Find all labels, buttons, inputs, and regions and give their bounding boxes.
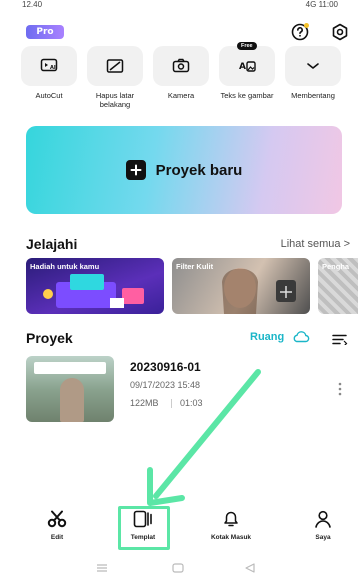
status-indicators: 4G 11:00 [305, 0, 338, 9]
tool-label: Hapus latar belakang [95, 91, 135, 109]
card-title: Pengha [322, 262, 350, 271]
space-link[interactable]: Ruang [250, 331, 284, 343]
project-date: 09/17/2023 15:48 [130, 380, 201, 390]
notification-dot [304, 23, 309, 28]
nav-inbox[interactable]: Kotak Masuk [196, 508, 266, 541]
cloud-icon[interactable] [292, 330, 310, 348]
svg-text:A: A [239, 62, 246, 72]
bottom-navigation: Edit Templat Kotak Masuk Saya [0, 504, 358, 552]
project-item[interactable]: 20230916-01 09/17/2023 15:48 122MB 01:03 [26, 356, 356, 424]
nav-label: Edit [50, 534, 64, 541]
scissors-icon [22, 508, 92, 530]
project-duration: 01:03 [180, 398, 203, 408]
explore-card-skin-filter[interactable]: Filter Kulit [172, 258, 310, 314]
new-project-label: Proyek baru [155, 161, 243, 179]
back-icon[interactable] [244, 560, 256, 576]
thumbnail-caption-box [34, 362, 106, 374]
plus-icon [125, 160, 146, 180]
quick-tools: AI AutoCut Hapus latar belakang Kamera F… [16, 42, 346, 116]
status-bar: 12.40 4G 11:00 [0, 0, 358, 14]
sort-icon[interactable] [332, 332, 348, 350]
help-icon[interactable] [290, 22, 310, 42]
tool-expand[interactable]: Membentang [280, 46, 346, 100]
projects-title: Proyek [26, 330, 73, 346]
nav-label: Kotak Masuk [210, 534, 252, 541]
remove-background-icon [87, 46, 143, 86]
system-navigation [0, 556, 358, 576]
autocut-icon: AI [21, 46, 77, 86]
nav-profile[interactable]: Saya [288, 508, 358, 541]
tool-label: AutoCut [35, 91, 63, 100]
project-name: 20230916-01 [130, 360, 201, 374]
nav-label: Saya [315, 534, 331, 541]
bell-icon [196, 508, 266, 530]
pro-badge[interactable]: Pro [26, 25, 64, 39]
thumbnail-person [60, 378, 84, 422]
template-highlight-box [118, 506, 170, 550]
person-icon [288, 508, 358, 530]
recent-apps-icon[interactable] [96, 560, 108, 576]
text-to-image-icon: Free A [219, 42, 275, 86]
status-time: 12.40 [22, 0, 43, 9]
tool-label: Teks ke gambar [220, 91, 274, 100]
explore-card-gift[interactable]: Hadiah untuk kamu [26, 258, 164, 314]
explore-card-partial[interactable]: Pengha [318, 258, 358, 314]
tool-label: Membentang [291, 91, 335, 100]
new-project-button[interactable]: Proyek baru [26, 126, 342, 214]
tool-label: Kamera [167, 91, 195, 100]
explore-title: Jelajahi [26, 236, 78, 252]
free-badge: Free [237, 42, 257, 50]
explore-cards: Hadiah untuk kamu Filter Kulit Pengha [26, 258, 358, 314]
chevron-down-icon [285, 46, 341, 86]
svg-text:AI: AI [50, 65, 56, 71]
nav-edit[interactable]: Edit [22, 508, 92, 541]
see-all-link[interactable]: Lihat semua > [281, 238, 350, 250]
tool-camera[interactable]: Kamera [148, 46, 214, 100]
camera-icon [153, 46, 209, 86]
portrait-illustration [222, 268, 296, 314]
home-icon[interactable] [172, 560, 184, 576]
tool-autocut[interactable]: AI AutoCut [16, 46, 82, 100]
divider [171, 399, 172, 408]
gift-illustration [43, 274, 144, 308]
more-options-icon[interactable] [338, 382, 342, 401]
tool-text-to-image[interactable]: Free A Teks ke gambar [214, 42, 280, 100]
project-size: 122MB [130, 398, 159, 408]
settings-icon[interactable] [330, 22, 350, 42]
project-thumbnail [26, 356, 114, 422]
tool-remove-background[interactable]: Hapus latar belakang [82, 46, 148, 109]
